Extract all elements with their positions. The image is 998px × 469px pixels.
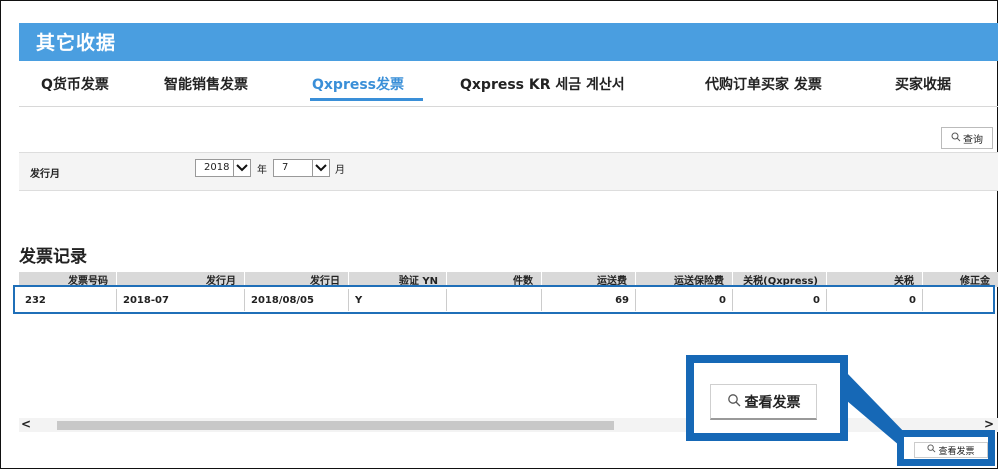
year-unit: 年 xyxy=(257,165,267,176)
row-highlight-frame xyxy=(13,285,995,314)
view-invoice-highlight: 查看发票 xyxy=(897,430,995,466)
horizontal-scrollbar[interactable]: < > xyxy=(19,417,998,432)
query-button[interactable]: 查询 xyxy=(941,127,993,149)
page-title: 其它收据 xyxy=(36,32,117,54)
header-bar: 其它收据 xyxy=(19,23,998,61)
view-invoice-callout: 查看发票 xyxy=(686,355,848,441)
view-invoice-button[interactable]: 查看发票 xyxy=(914,442,988,458)
search-icon xyxy=(951,132,961,145)
tab-qxpress-kr-tax-invoice[interactable]: Qxpress KR 세금 계산서 xyxy=(460,74,625,94)
tab-bar: Q货币发票 智能销售发票 Qxpress发票 Qxpress KR 세금 계산서… xyxy=(19,62,998,107)
search-icon xyxy=(727,393,741,411)
month-unit: 月 xyxy=(335,165,345,176)
scrollbar-thumb[interactable] xyxy=(57,421,614,430)
tab-proxy-order-buyer-invoice[interactable]: 代购订单买家 发票 xyxy=(705,74,822,94)
tab-q-currency-invoice[interactable]: Q货币发票 xyxy=(41,74,109,94)
chevron-right-icon[interactable]: > xyxy=(984,417,994,431)
invoice-records-title: 发票记录 xyxy=(19,247,87,267)
chevron-down-icon xyxy=(312,160,329,176)
month-select[interactable]: 7 xyxy=(273,159,330,177)
view-invoice-label: 查看发票 xyxy=(744,394,801,411)
filter-row: 发行月 2018 年 7 月 xyxy=(19,152,998,191)
tab-smart-sales-invoice[interactable]: 智能销售发票 xyxy=(164,74,248,94)
tab-qxpress-invoice[interactable]: Qxpress发票 xyxy=(312,74,404,94)
view-invoice-label: 查看发票 xyxy=(938,446,975,457)
year-value: 2018 xyxy=(204,162,230,173)
chevron-left-icon[interactable]: < xyxy=(21,417,31,431)
active-tab-indicator xyxy=(310,98,423,101)
month-value: 7 xyxy=(282,162,289,173)
view-invoice-button-zoomed[interactable]: 查看发票 xyxy=(710,384,817,420)
tab-buyer-receipt[interactable]: 买家收据 xyxy=(895,74,951,94)
issue-month-label: 发行月 xyxy=(30,169,60,180)
search-icon xyxy=(927,444,936,456)
table-body-area xyxy=(19,313,998,419)
chevron-down-icon xyxy=(233,160,250,176)
year-select[interactable]: 2018 xyxy=(195,159,251,177)
query-button-label: 查询 xyxy=(963,134,983,146)
